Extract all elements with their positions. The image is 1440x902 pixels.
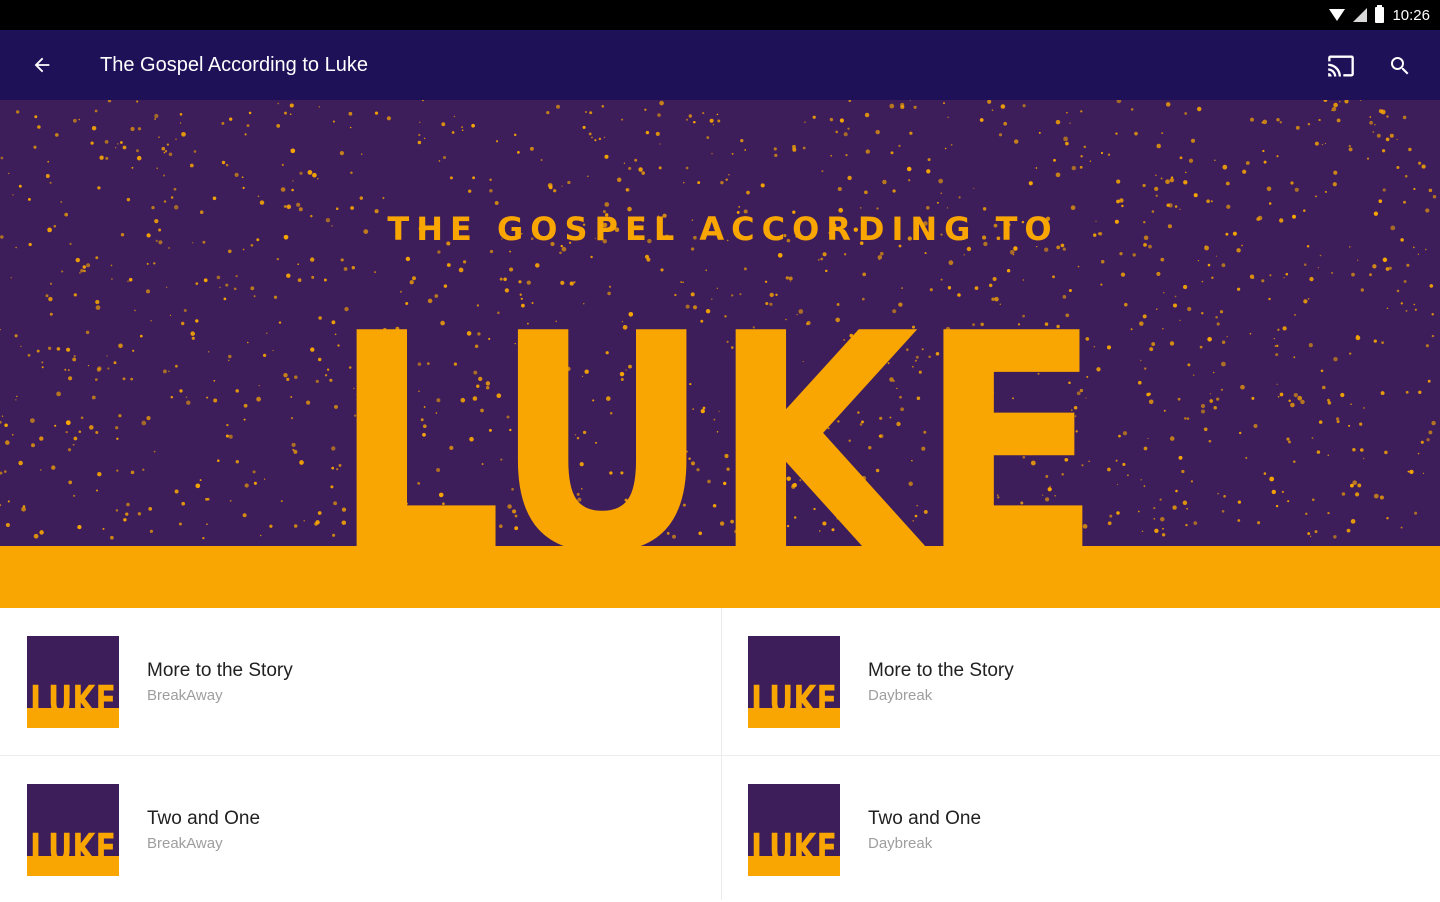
status-icons: 10:26 (1329, 0, 1430, 30)
episode-thumbnail: LUKE (27, 784, 119, 876)
episode-program: Daybreak (868, 687, 933, 704)
thumbnail-word: LUKE (30, 826, 116, 864)
episode-thumbnail: LUKE (748, 636, 840, 728)
episode-thumbnail: LUKE (748, 784, 840, 876)
page-title: The Gospel According to Luke (100, 54, 368, 76)
list-item[interactable]: LUKE More to the Story BreakAway (0, 608, 720, 754)
battery-icon (1375, 5, 1385, 23)
cast-button[interactable] (1320, 45, 1362, 87)
hero-banner: THE GOSPEL ACCORDING TO LUKE (0, 100, 1440, 608)
thumbnail-word: LUKE (751, 826, 837, 864)
episode-title: More to the Story (868, 660, 1014, 681)
svg-text:LUKE: LUKE (30, 826, 116, 864)
signal-icon (1353, 8, 1368, 22)
list-item[interactable]: LUKE More to the Story Daybreak (721, 608, 1440, 754)
search-icon (1391, 57, 1409, 75)
search-button[interactable] (1380, 45, 1420, 87)
status-bar: 10:26 (0, 0, 1440, 30)
thumbnail-word: LUKE (30, 678, 116, 716)
episode-thumbnail: LUKE (27, 636, 119, 728)
list-item[interactable]: LUKE Two and One Daybreak (721, 756, 1440, 902)
episode-program: BreakAway (147, 835, 223, 852)
hero-title-text: LUKE (332, 270, 1102, 556)
episode-program: BreakAway (147, 687, 223, 704)
svg-text:LUKE: LUKE (30, 678, 116, 716)
list-item[interactable]: LUKE Two and One BreakAway (0, 756, 720, 902)
episode-title: More to the Story (147, 660, 293, 681)
hero-title: LUKE (332, 270, 1102, 556)
episode-title: Two and One (147, 808, 261, 829)
svg-text:LUKE: LUKE (751, 678, 837, 716)
wifi-icon (1329, 9, 1346, 21)
episode-title: Two and One (868, 808, 982, 829)
cast-icon (1328, 55, 1354, 77)
episode-program: Daybreak (868, 835, 933, 852)
back-button[interactable] (22, 45, 62, 85)
status-time: 10:26 (1392, 6, 1430, 24)
thumbnail-word: LUKE (751, 678, 837, 716)
svg-text:LUKE: LUKE (751, 826, 837, 864)
app-bar: The Gospel According to Luke (0, 30, 1440, 100)
arrow-back-icon (34, 57, 50, 73)
